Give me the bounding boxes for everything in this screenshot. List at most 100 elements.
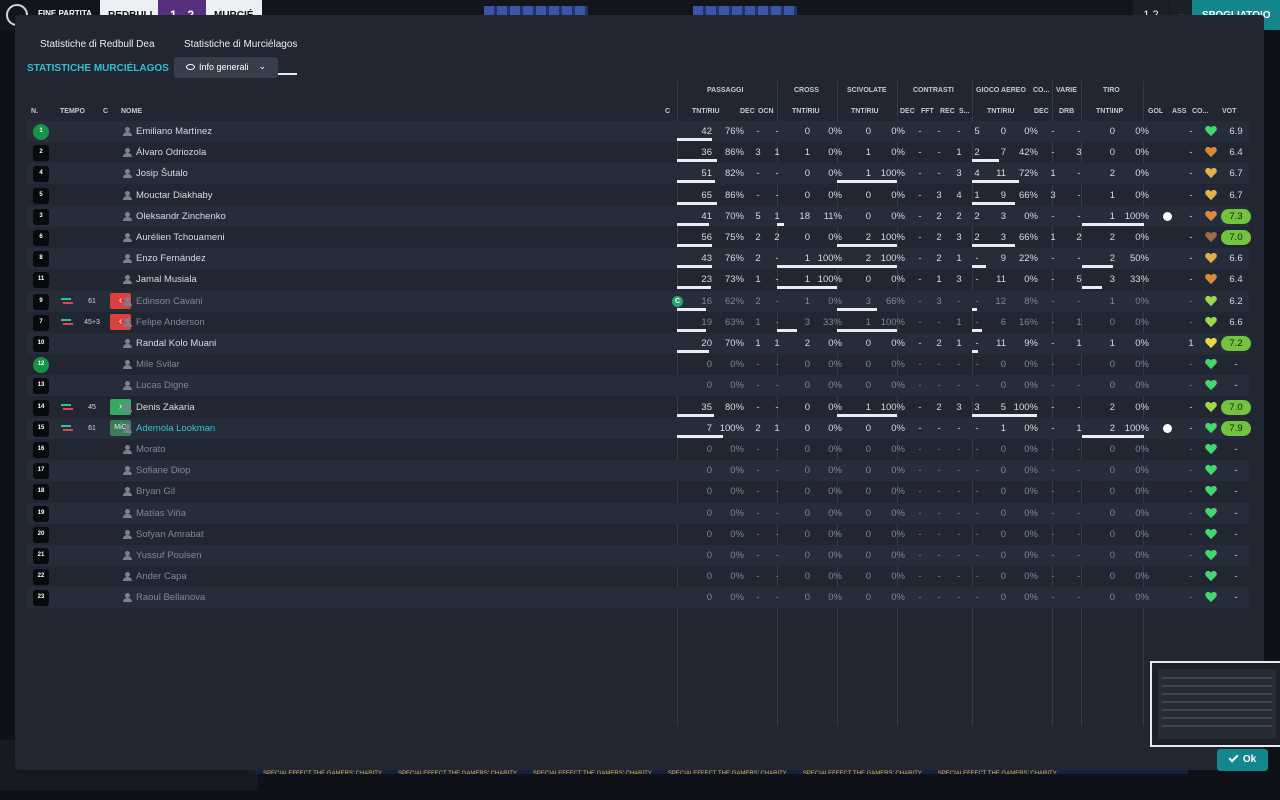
col-header-cont-rec[interactable]: REC: [940, 108, 955, 115]
table-row[interactable]: 11 Jamal Musiala 23 73% 1-1 100% 0 0% -1 3-11 0% -5…: [27, 269, 1249, 290]
col-header-assists[interactable]: ASS: [1172, 108, 1186, 115]
person-icon: [123, 487, 132, 497]
col-header-pass-ocn[interactable]: OCN: [758, 108, 774, 115]
shirt-number-icon: 4: [33, 166, 49, 183]
table-row[interactable]: 13 Lucas Digne 0 0% - -0 0% 0 0% - - - -0 0% - -0 0% - -: [27, 375, 1249, 397]
player-name[interactable]: Enzo Fernández: [136, 248, 206, 269]
col-header-rating[interactable]: VOT: [1222, 108, 1236, 115]
col-header-cross[interactable]: TNT/RIU: [792, 108, 820, 115]
table-row[interactable]: 23 Raoul Bellanova 0 0% - -0 0% 0 0% - - - -0 0% - -0 0%…: [27, 587, 1249, 609]
player-name[interactable]: Denis Zakaria: [136, 397, 195, 418]
shirt-number-icon: 7: [33, 314, 49, 331]
table-row[interactable]: 14 45 › Denis Zakaria 35 80% - -0 0% 1 100% -2 3 3 5 10…: [27, 397, 1251, 418]
player-name[interactable]: Emiliano Martínez: [136, 121, 212, 142]
stat-pt: 0: [706, 359, 712, 371]
col-header-pass-attempts[interactable]: TNT/RIU: [692, 108, 720, 115]
col-header-dribbles[interactable]: DRB: [1059, 108, 1074, 115]
player-name[interactable]: Álvaro Odriozola: [136, 142, 206, 163]
table-row[interactable]: 10 Randal Kolo Muani 20 70% 1 1 2 0% 0 0% -2 1-11 9%…: [27, 333, 1251, 354]
player-name[interactable]: Lucas Digne: [136, 375, 189, 396]
col-header-pass-dec[interactable]: DEC: [740, 108, 755, 115]
table-row[interactable]: 19 Matías Viña 0 0% - -0 0% 0 0% - - - -0 0% - -0 0% - -: [27, 502, 1249, 524]
player-name[interactable]: Randal Kolo Muani: [136, 333, 216, 354]
ok-button[interactable]: Ok: [1217, 749, 1268, 771]
table-row[interactable]: 9 61 ‹ Edinson Cavani C 16 62% 2-1 0% 3 66% -3- -12 8…: [27, 290, 1249, 312]
table-row[interactable]: 21 Yussuf Poulsen 0 0% - - 0 0% 0 0% - - - - 0 0% - - 0 0% -…: [27, 545, 1249, 566]
col-header-tackles[interactable]: TNT/RIU: [851, 108, 879, 115]
stat-cd: 1: [1050, 232, 1056, 243]
stat-bar: [837, 180, 897, 184]
table-row[interactable]: 4 Josip Šutalo 51 82% - -0 0% 1 100% - -3 4 11 72% 1-2…: [27, 163, 1249, 185]
player-name[interactable]: Raoul Bellanova: [136, 587, 205, 608]
stat-ap: 0%: [1024, 210, 1038, 222]
col-header-number[interactable]: N.: [31, 108, 38, 115]
stat-sp: 0%: [891, 422, 905, 434]
stat-cp: 0%: [828, 126, 842, 137]
table-row[interactable]: 12 Mile Svilar 0 0% - -0 0% 0 0% - - - -0 0% - -0 0% - -: [27, 354, 1249, 375]
col-header-captain[interactable]: C: [665, 108, 670, 115]
player-name[interactable]: Ander Capa: [136, 566, 187, 587]
col-header-c[interactable]: C: [103, 108, 108, 115]
table-row[interactable]: 20 Sofyan Amrabat 0 0% - -0 0% 0 0% - - - -0 0% - -0 0% -…: [27, 524, 1249, 545]
stat-at: 0: [1000, 359, 1006, 371]
col-header-name[interactable]: NOME: [121, 108, 142, 115]
player-name[interactable]: Sofyan Amrabat: [136, 524, 204, 545]
stat-bar: [677, 307, 706, 311]
table-row[interactable]: 15 61 MiC Ademola Lookman 7 100% 2 1 0 0% 0 0% - - - -1…: [27, 417, 1251, 439]
player-name[interactable]: Yussuf Poulsen: [136, 545, 202, 566]
table-row[interactable]: 18 Bryan Gil 0 0% - -0 0% 0 0% - - - -0 0% - -0 0% - -: [27, 481, 1249, 502]
table-row[interactable]: 6 Aurélien Tchouameni 56 75% 2 2 0 0% 2 100% -2 3 2 3…: [27, 227, 1251, 248]
stat-at: 0: [1000, 571, 1006, 583]
stat-po: -: [775, 359, 779, 371]
minimap-preview[interactable]: [1150, 661, 1280, 747]
stat-k4: -: [975, 486, 979, 498]
stat-tt: 0: [1109, 126, 1115, 137]
col-header-goals[interactable]: GOL: [1148, 108, 1163, 115]
stat-ct: 0: [804, 550, 810, 561]
table-row[interactable]: 17 Sofiane Diop 0 0% - -0 0% 0 0% - - - -0 0% - -0 0% - -: [27, 460, 1249, 482]
table-row[interactable]: 5 Mouctar Diakhaby 65 86% - -0 0% 0 0% -3 4 1 9 66% 3-…: [27, 185, 1249, 206]
stat-po: -: [775, 486, 779, 498]
table-row[interactable]: 7 45+3 ‹ Felipe Anderson 19 63% 1-3 33% 1 100% - -1…: [27, 312, 1249, 333]
col-header-time[interactable]: TEMPO: [60, 108, 85, 115]
col-header-condition[interactable]: CO...: [1192, 108, 1208, 115]
table-row[interactable]: 8 Enzo Fernández 43 76% 2-1 100% 2 100% -2 1-9 22%…: [27, 248, 1249, 270]
stat-bar: [677, 159, 717, 163]
player-name[interactable]: Oleksandr Zinchenko: [136, 206, 226, 227]
col-header-shots[interactable]: TNT\INP: [1096, 108, 1123, 115]
col-header-cont-s[interactable]: S...: [959, 108, 970, 115]
table-row[interactable]: 16 Morato 0 0% - - 0 0% 0 0% - - - - 0 0% - - 0 0% - -: [27, 439, 1249, 460]
player-name[interactable]: Mile Svilar: [136, 354, 180, 375]
player-name[interactable]: Josip Šutalo: [136, 163, 188, 184]
col-header-co-dec[interactable]: DEC: [1034, 108, 1049, 115]
player-name[interactable]: Bryan Gil: [136, 481, 175, 502]
col-header-cont-dec[interactable]: DEC: [900, 108, 915, 115]
stat-at: 3: [1000, 210, 1006, 222]
player-name[interactable]: Jamal Musiala: [136, 269, 197, 290]
player-name[interactable]: Ademola Lookman: [136, 418, 215, 439]
table-row[interactable]: 1 Emiliano Martínez 42 76% - -0 0% 0 0% - - -5 0 0% - -…: [27, 121, 1249, 142]
col-header-aerial[interactable]: TNT/RIU: [987, 108, 1015, 115]
col-header-cont-fft[interactable]: FFT: [921, 108, 934, 115]
stat-k3: -: [957, 507, 961, 519]
rating-badge: 6.7: [1229, 168, 1243, 180]
player-name[interactable]: Morato: [136, 439, 166, 460]
table-row[interactable]: 2 Álvaro Odriozola 36 86% 3 1 1 0% 1 0% - -1 2 7 42% -3…: [27, 142, 1249, 163]
player-name[interactable]: Mouctar Diakhaby: [136, 185, 213, 206]
table-row[interactable]: 22 Ander Capa 0 0% - -0 0% 0 0% - - - -0 0% - -0 0% - -: [27, 566, 1249, 587]
stat-tt: 0: [1109, 316, 1115, 328]
stat-k1: -: [918, 253, 922, 265]
table-row[interactable]: 3 Oleksandr Zinchenko 41 70% 5 1 18 11% 0 0% -2 2 2 3…: [27, 205, 1251, 227]
player-name[interactable]: Aurélien Tchouameni: [136, 227, 225, 248]
shirt-number-icon: 6: [33, 230, 49, 246]
player-name[interactable]: Edinson Cavani: [136, 291, 203, 312]
stat-cd: -: [1051, 444, 1055, 455]
shirt-number-icon: 19: [33, 505, 49, 522]
player-name[interactable]: Sofiane Diop: [136, 460, 190, 481]
stat-k1: -: [918, 232, 922, 243]
player-name[interactable]: Matías Viña: [136, 503, 186, 524]
player-name[interactable]: Felipe Anderson: [136, 312, 205, 333]
stat-bar: [1082, 265, 1113, 269]
view-dropdown[interactable]: Info generali ⌄: [174, 57, 278, 78]
stat-k2: -: [937, 316, 941, 328]
